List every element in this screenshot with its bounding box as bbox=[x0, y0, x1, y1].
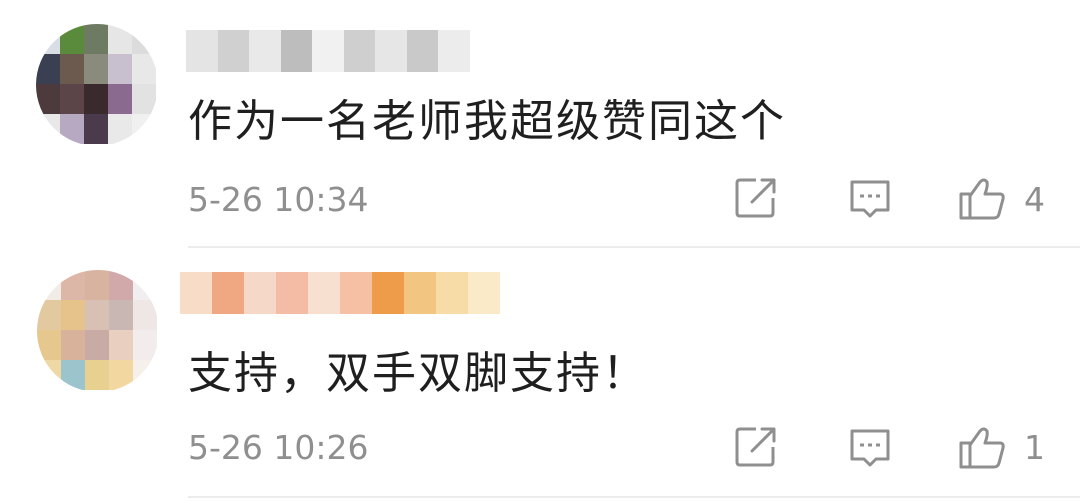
avatar-pixel bbox=[36, 114, 60, 144]
avatar-pixel bbox=[133, 360, 157, 390]
share-icon bbox=[735, 427, 776, 467]
avatar-pixel bbox=[61, 270, 85, 300]
avatar-pixel bbox=[60, 54, 84, 84]
avatar-pixel bbox=[85, 360, 109, 390]
avatar-pixel bbox=[37, 330, 61, 360]
comment-text: 支持，双手双脚支持！ bbox=[188, 348, 648, 399]
username-blur-block bbox=[308, 272, 340, 314]
username-blurred[interactable] bbox=[186, 30, 470, 72]
avatar-pixel bbox=[132, 114, 156, 144]
avatar-pixel bbox=[108, 84, 132, 114]
avatar-pixel bbox=[108, 54, 132, 84]
share-icon bbox=[735, 178, 776, 218]
avatar-pixel bbox=[132, 54, 156, 84]
username-blur-block bbox=[217, 30, 250, 72]
avatar-pixel bbox=[108, 24, 132, 54]
like-button[interactable] bbox=[956, 172, 1008, 224]
avatar-pixel bbox=[61, 330, 85, 360]
username-blur-block bbox=[276, 272, 308, 314]
avatar-pixel bbox=[109, 330, 133, 360]
reply-button[interactable] bbox=[844, 421, 896, 473]
reply-button[interactable] bbox=[844, 172, 896, 224]
avatar-pixel bbox=[109, 270, 133, 300]
share-button[interactable] bbox=[730, 421, 782, 473]
avatar-pixel bbox=[37, 360, 61, 390]
username-blur-block bbox=[212, 272, 244, 314]
avatar-pixel bbox=[133, 270, 157, 300]
username-blur-block bbox=[468, 272, 500, 314]
avatar-pixel bbox=[84, 114, 108, 144]
avatar-pixel bbox=[84, 24, 108, 54]
comment-icon bbox=[850, 180, 890, 218]
username-blur-block bbox=[340, 272, 372, 314]
avatar-pixel bbox=[61, 300, 85, 330]
comment-icon bbox=[850, 429, 890, 467]
username-blur-block bbox=[244, 272, 276, 314]
username-blur-block bbox=[343, 30, 376, 72]
avatar[interactable] bbox=[37, 270, 159, 392]
avatar-pixel bbox=[37, 300, 61, 330]
thumbs-up-icon bbox=[959, 427, 1005, 469]
avatar-pixel bbox=[85, 300, 109, 330]
username-blur-block bbox=[406, 30, 439, 72]
avatar-pixel bbox=[37, 270, 61, 300]
username-blur-block bbox=[249, 30, 282, 72]
avatar-pixel bbox=[60, 114, 84, 144]
like-count: 1 bbox=[1024, 428, 1045, 467]
comment-timestamp: 5-26 10:34 bbox=[188, 180, 369, 219]
share-button[interactable] bbox=[730, 172, 782, 224]
avatar-pixel bbox=[36, 54, 60, 84]
avatar-pixel bbox=[109, 360, 133, 390]
like-button[interactable] bbox=[956, 421, 1008, 473]
username-blur-block bbox=[186, 30, 218, 72]
avatar-pixel bbox=[60, 24, 84, 54]
avatar-pixel bbox=[132, 84, 156, 114]
avatar-pixel bbox=[132, 24, 156, 54]
thumbs-up-icon bbox=[959, 178, 1005, 220]
avatar-pixel bbox=[108, 114, 132, 144]
username-blur-block bbox=[180, 272, 212, 314]
avatar-pixel bbox=[36, 84, 60, 114]
username-blur-block bbox=[436, 272, 468, 314]
avatar-pixel bbox=[36, 24, 60, 54]
avatar-pixel bbox=[85, 270, 109, 300]
divider bbox=[188, 496, 1080, 498]
username-blur-block bbox=[280, 30, 313, 72]
like-count: 4 bbox=[1024, 180, 1045, 219]
avatar-pixel bbox=[85, 330, 109, 360]
comment-text: 作为一名老师我超级赞同这个 bbox=[188, 96, 786, 147]
avatar-pixel bbox=[61, 360, 85, 390]
avatar-pixel bbox=[133, 300, 157, 330]
avatar[interactable] bbox=[36, 24, 158, 146]
avatar-pixel bbox=[109, 300, 133, 330]
username-blurred[interactable] bbox=[180, 272, 500, 314]
avatar-pixel bbox=[84, 84, 108, 114]
username-blur-block bbox=[404, 272, 436, 314]
comment-item: 作为一名老师我超级赞同这个 5-26 10:34 4 bbox=[0, 0, 1080, 248]
username-blur-block bbox=[372, 272, 404, 314]
username-blur-block bbox=[375, 30, 408, 72]
avatar-pixel bbox=[84, 54, 108, 84]
avatar-pixel bbox=[60, 84, 84, 114]
avatar-pixel bbox=[133, 330, 157, 360]
username-blur-block bbox=[312, 30, 345, 72]
comment-timestamp: 5-26 10:26 bbox=[188, 428, 369, 467]
username-blur-block bbox=[438, 30, 470, 72]
